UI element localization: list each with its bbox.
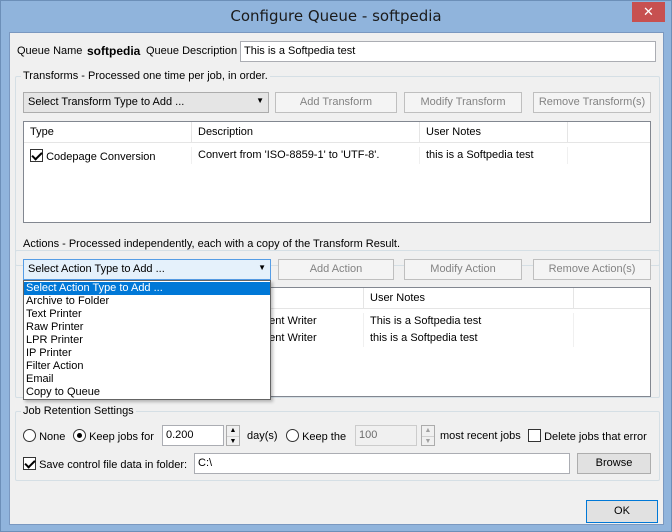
column-header-description[interactable]: Description [192,122,420,143]
column-header-user-notes[interactable]: User Notes [420,122,568,143]
transforms-group-title: Transforms - Processed one time per job,… [21,70,270,82]
remove-actions-button[interactable]: Remove Action(s) [533,259,651,280]
action-type-dropdown: Select Action Type to Add ... Archive to… [23,280,271,400]
dropdown-option[interactable]: Filter Action [24,360,270,373]
dropdown-option[interactable]: Archive to Folder [24,295,270,308]
remove-transforms-button[interactable]: Remove Transform(s) [533,92,651,113]
table-row-type[interactable]: Codepage Conversion [24,147,192,164]
table-row-notes: this is a Softpedia test [420,147,568,164]
transforms-list[interactable]: Type Description User Notes Codepage Con… [23,121,651,223]
radio-none-label: None [39,431,66,443]
job-retention-group-title: Job Retention Settings [21,405,136,417]
action-type-select[interactable]: Select Action Type to Add ... ▼ [23,259,271,280]
chevron-down-icon: ▼ [258,263,266,272]
radio-none[interactable] [23,429,36,442]
queue-description-input[interactable]: This is a Softpedia test [240,41,656,62]
dropdown-option[interactable]: Select Action Type to Add ... [24,282,270,295]
column-header-filler [574,288,650,309]
action-type-select-value: Select Action Type to Add ... [28,263,165,275]
dropdown-option[interactable]: LPR Printer [24,334,270,347]
radio-keep-the-label: Keep the [302,431,347,443]
dropdown-option[interactable]: Copy to Queue [24,386,270,399]
retention-keep-the-option[interactable]: Keep the [286,429,346,443]
actions-group-title: Actions - Processed independently, each … [21,238,403,250]
modify-transform-button[interactable]: Modify Transform [404,92,522,113]
days-unit-label: day(s) [247,430,278,442]
days-spinner[interactable]: ▲ ▼ [226,425,240,446]
dropdown-option[interactable]: Raw Printer [24,321,270,334]
days-input[interactable]: 0.200 [162,425,224,446]
row-type-text: Codepage Conversion [46,151,156,163]
radio-keep-jobs[interactable] [73,429,86,442]
column-header-filler [568,122,650,143]
dropdown-option[interactable]: IP Printer [24,347,270,360]
retention-keep-jobs-option[interactable]: Keep jobs for [73,429,154,443]
radio-keep-the[interactable] [286,429,299,442]
spin-down-icon[interactable]: ▼ [227,436,239,446]
spin-up-icon[interactable]: ▲ [227,426,239,436]
delete-errors-label: Delete jobs that error [544,431,647,443]
recent-jobs-input[interactable]: 100 [355,425,417,446]
title-bar[interactable]: Configure Queue - softpedia ✕ [1,1,671,32]
add-action-button[interactable]: Add Action [278,259,394,280]
dialog-client-area: Queue Name softpedia Queue Description T… [9,32,664,525]
window-title: Configure Queue - softpedia [230,7,442,25]
delete-errors-option[interactable]: Delete jobs that error [528,429,647,443]
transform-type-select[interactable]: Select Transform Type to Add ... ▼ [23,92,269,113]
queue-description-label: Queue Description [146,45,238,57]
column-header-type[interactable]: Type [24,122,192,143]
recent-jobs-spinner[interactable]: ▲ ▼ [421,425,435,446]
spin-up-icon[interactable]: ▲ [422,426,434,436]
folder-path-input[interactable]: C:\ [194,453,570,474]
table-row-description: Convert from 'ISO-8859-1' to 'UTF-8'. [192,147,420,164]
radio-keep-jobs-label: Keep jobs for [89,431,154,443]
table-row-notes: this is a Softpedia test [364,330,574,347]
save-control-checkbox[interactable] [23,457,36,470]
chevron-down-icon: ▼ [256,96,264,105]
transform-type-select-value: Select Transform Type to Add ... [28,96,185,108]
delete-errors-checkbox[interactable] [528,429,541,442]
dropdown-option[interactable]: Email [24,373,270,386]
spin-down-icon[interactable]: ▼ [422,436,434,446]
dialog-window: Configure Queue - softpedia ✕ Queue Name… [0,0,672,532]
row-enabled-checkbox[interactable] [30,149,43,162]
save-control-option[interactable]: Save control file data in folder: [23,457,187,471]
browse-button[interactable]: Browse [577,453,651,474]
modify-action-button[interactable]: Modify Action [404,259,522,280]
ok-button[interactable]: OK [586,500,658,523]
table-row-notes: This is a Softpedia test [364,313,574,330]
retention-none-option[interactable]: None [23,429,65,443]
dropdown-option[interactable]: Text Printer [24,308,270,321]
close-button[interactable]: ✕ [632,2,665,22]
save-control-label: Save control file data in folder: [39,459,188,471]
add-transform-button[interactable]: Add Transform [275,92,397,113]
queue-name-value: softpedia [87,44,141,58]
recent-jobs-label: most recent jobs [440,430,521,442]
column-header-user-notes[interactable]: User Notes [364,288,574,309]
queue-name-label: Queue Name [17,45,83,57]
